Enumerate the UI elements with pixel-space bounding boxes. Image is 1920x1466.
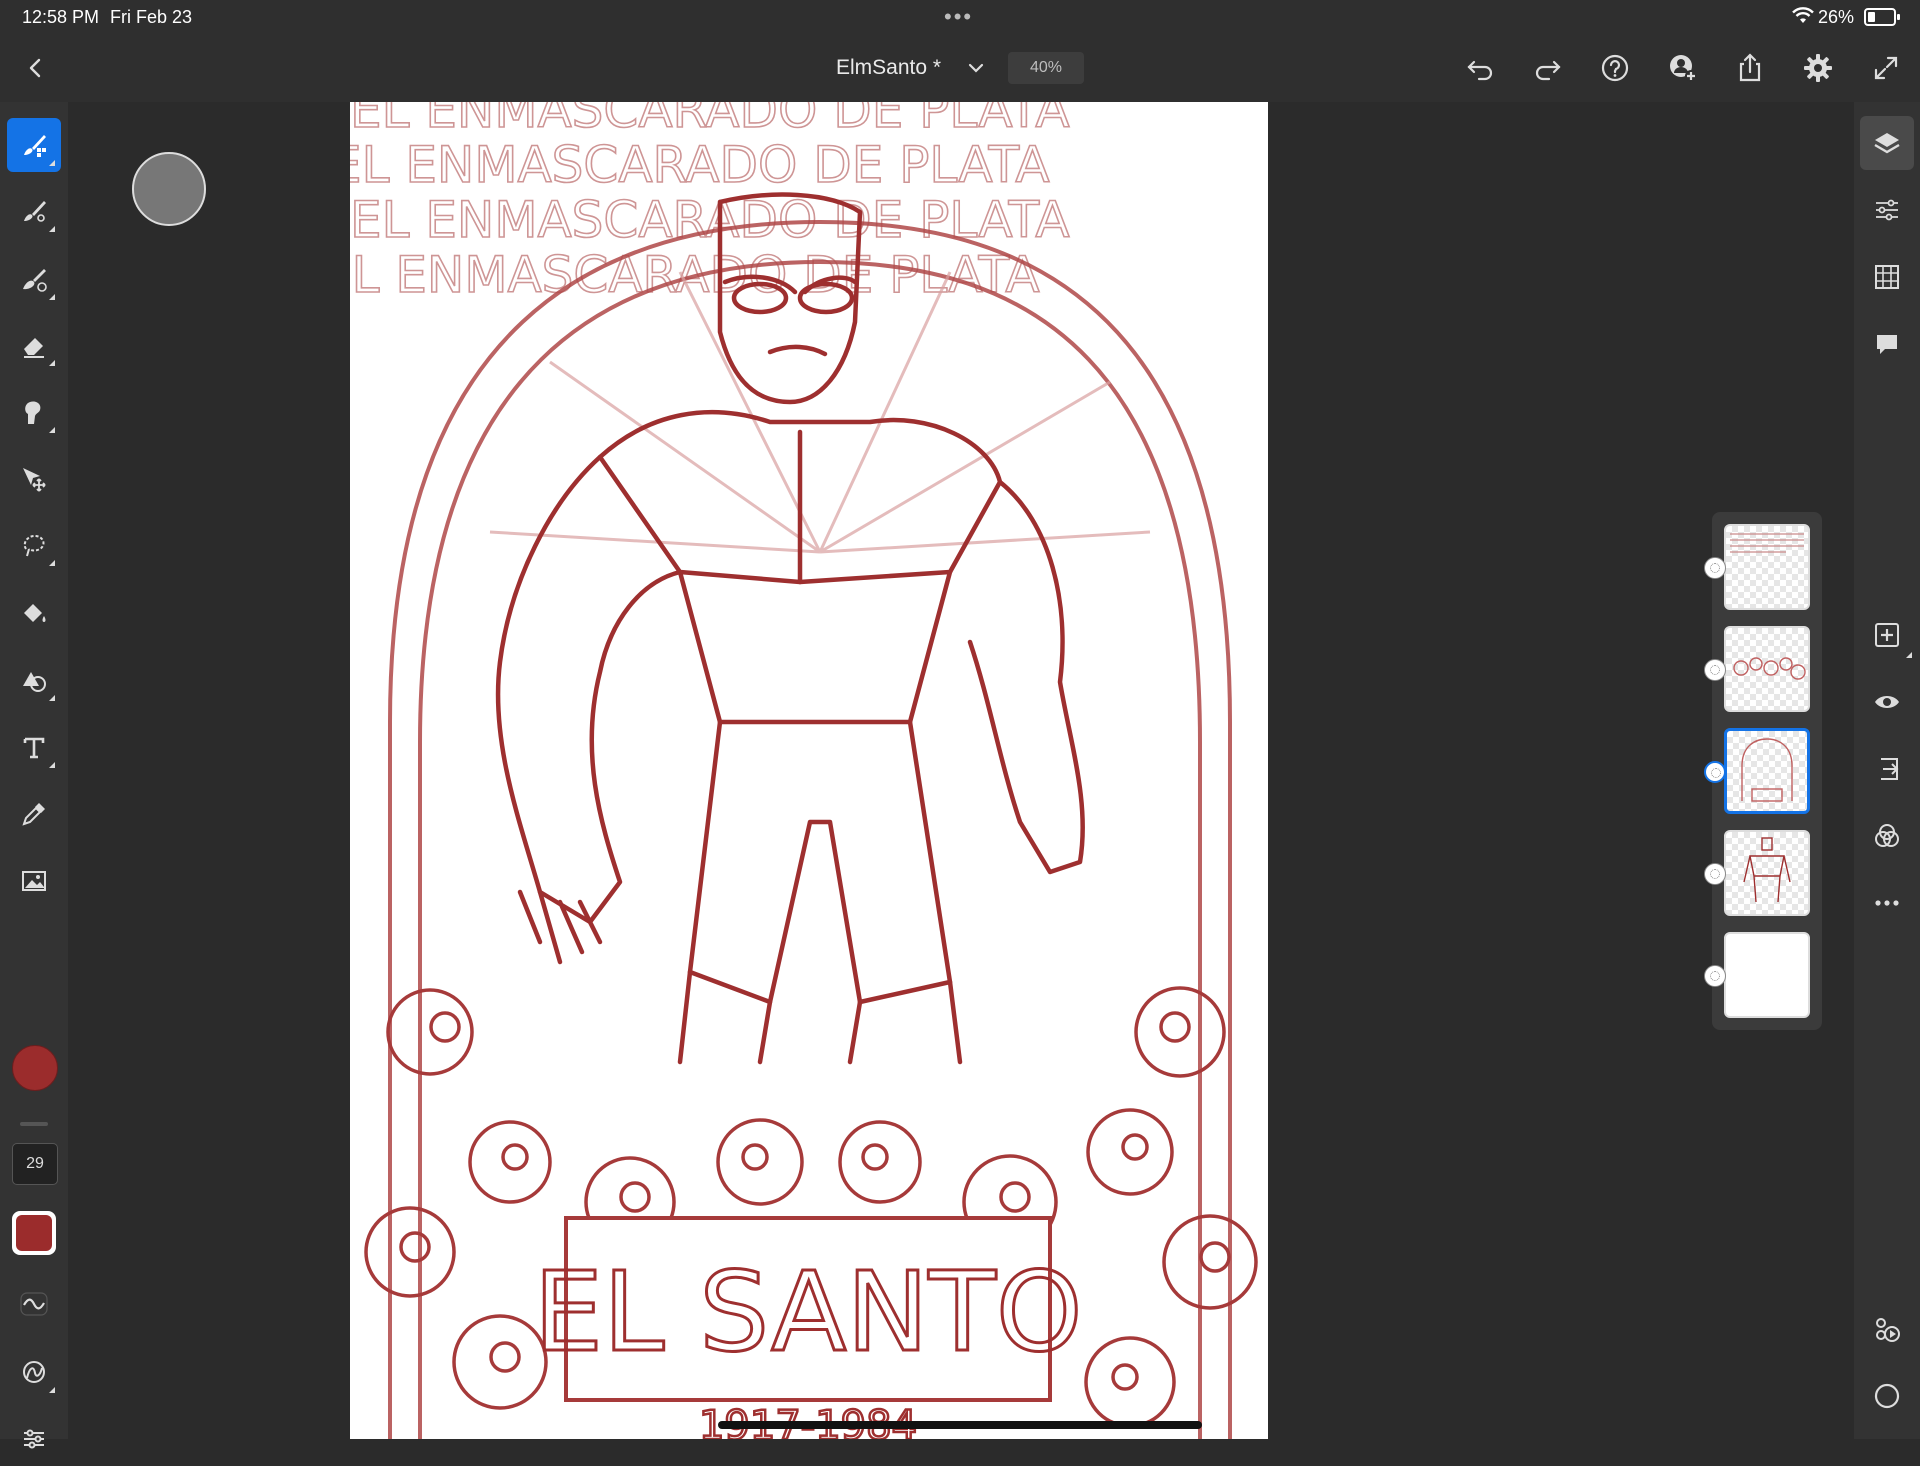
redo-icon[interactable]	[1530, 50, 1566, 86]
zoom-level[interactable]: 40%	[1008, 52, 1084, 84]
back-icon[interactable]	[18, 50, 54, 86]
layer-drag-handle[interactable]	[1704, 761, 1726, 783]
status-date: Fri Feb 23	[110, 7, 193, 27]
wifi-icon	[1792, 7, 1814, 30]
grid-icon[interactable]	[1860, 250, 1914, 304]
undo-icon[interactable]	[1462, 50, 1498, 86]
vector-brush-icon[interactable]	[7, 252, 61, 306]
battery-icon	[1864, 8, 1900, 26]
smudge-icon[interactable]	[7, 385, 61, 439]
adjustments-icon[interactable]	[1860, 183, 1914, 237]
right-toolbar	[1854, 102, 1920, 1439]
layer-thumbnail[interactable]	[1724, 626, 1810, 712]
text-icon[interactable]	[7, 720, 61, 774]
color-picker[interactable]	[12, 1045, 58, 1091]
document-title[interactable]: ElmSanto *	[836, 56, 941, 80]
help-icon[interactable]	[1597, 50, 1633, 86]
sun-rays	[489, 271, 1151, 554]
layer-thumbnail[interactable]	[1724, 830, 1810, 916]
visibility-icon[interactable]	[1860, 675, 1914, 729]
image-icon[interactable]	[7, 854, 61, 908]
shape-icon[interactable]	[7, 653, 61, 707]
layers-panel	[1704, 512, 1822, 1030]
invite-icon[interactable]	[1665, 50, 1701, 86]
multitasking-dots-icon[interactable]: •••	[944, 4, 973, 30]
artwork-canvas[interactable]: EL ENMASCARADO DE PLATA EL ENMASCARADO D…	[350, 102, 1268, 1439]
eyedropper-icon[interactable]	[7, 787, 61, 841]
fill-icon[interactable]	[7, 586, 61, 640]
layer-drag-handle[interactable]	[1704, 965, 1726, 987]
banner-text: EL SANTO	[534, 1248, 1083, 1376]
add-layer-icon[interactable]	[1860, 608, 1914, 662]
import-icon[interactable]	[1860, 742, 1914, 796]
layer-thumbnail-active[interactable]	[1724, 728, 1810, 814]
status-bar: 12:58 PM Fri Feb 23 ••• 26%	[0, 0, 1920, 34]
timelapse-icon[interactable]	[1860, 1302, 1914, 1356]
toolbar-divider[interactable]	[20, 1122, 48, 1126]
chevron-down-icon[interactable]	[966, 58, 986, 78]
settings-icon[interactable]	[1800, 50, 1836, 86]
layer-drag-handle[interactable]	[1704, 557, 1726, 579]
predict-icon[interactable]	[7, 1345, 61, 1399]
bg-text-line-1: EL ENMASCARADO DE PLATA	[350, 102, 1070, 139]
move-icon[interactable]	[7, 452, 61, 506]
share-icon[interactable]	[1732, 50, 1768, 86]
lasso-icon[interactable]	[7, 518, 61, 572]
brush-color-swatch[interactable]	[12, 1211, 56, 1255]
brush-size[interactable]: 29	[12, 1143, 58, 1185]
blend-modes-icon[interactable]	[1860, 809, 1914, 863]
comments-icon[interactable]	[1860, 317, 1914, 371]
battery-percent: 26%	[1818, 7, 1855, 27]
more-icon[interactable]	[1860, 876, 1914, 930]
layer-drag-handle[interactable]	[1704, 863, 1726, 885]
fullscreen-icon[interactable]	[1868, 50, 1904, 86]
tool-settings-icon[interactable]	[7, 1412, 61, 1466]
layer-thumbnail-background[interactable]	[1724, 932, 1810, 1018]
live-brush-icon[interactable]	[7, 184, 61, 238]
brush-preview	[132, 152, 206, 226]
eraser-icon[interactable]	[7, 318, 61, 372]
smoothing-icon[interactable]	[7, 1277, 61, 1331]
layers-icon[interactable]	[1860, 116, 1914, 170]
left-toolbar: 29	[0, 102, 68, 1449]
layer-drag-handle[interactable]	[1704, 659, 1726, 681]
top-toolbar: ElmSanto * 40%	[0, 34, 1920, 102]
pixel-brush-icon[interactable]	[7, 118, 61, 172]
bg-text-line-2: EL ENMASCARADO DE PLATA	[350, 136, 1050, 194]
circle-icon[interactable]	[1860, 1369, 1914, 1423]
status-time: 12:58 PM	[22, 7, 100, 27]
home-indicator[interactable]	[718, 1421, 1202, 1429]
layer-thumbnail[interactable]	[1724, 524, 1810, 610]
